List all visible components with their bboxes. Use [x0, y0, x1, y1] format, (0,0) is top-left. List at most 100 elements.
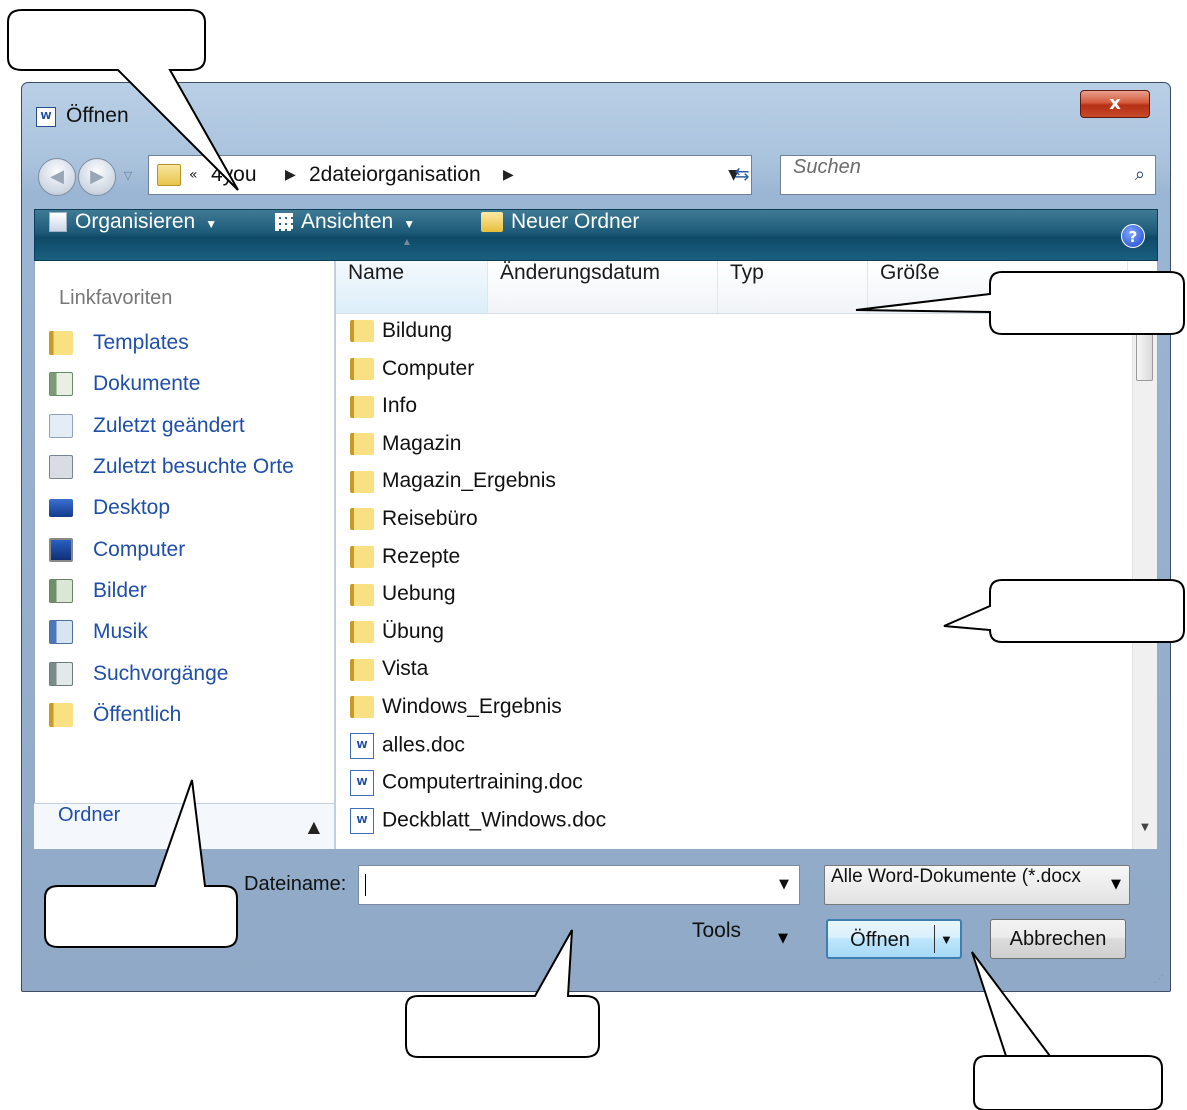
word-document-icon: W — [350, 807, 374, 834]
folder-row[interactable]: Rezepte — [350, 545, 460, 581]
file-type-value: Alle Word-Dokumente (*.docx — [831, 866, 1081, 887]
open-dialog: W Öffnen x ◀ ▶ ▽ « 4you ▶ 2dateiorganisa… — [21, 82, 1171, 992]
folders-toggle[interactable]: Ordner ▲ — [34, 803, 334, 849]
file-name-label: Rezepte — [382, 544, 461, 568]
breadcrumb-arrow-icon[interactable]: ▶ — [285, 156, 296, 194]
file-name-label: Bildung — [382, 319, 453, 342]
sidebar-item-documents[interactable]: Dokumente — [49, 372, 200, 408]
folder-row[interactable]: Computer — [350, 357, 474, 393]
window-title: Öffnen — [66, 104, 129, 127]
file-name-label: alles.doc — [382, 733, 465, 757]
file-name-label: Reisebüro — [382, 507, 478, 530]
file-name-label: Computer — [382, 356, 475, 380]
search-input[interactable]: Suchen ⌕ — [780, 155, 1156, 195]
search-placeholder: Suchen — [793, 156, 861, 178]
sidebar-item-public[interactable]: Öffentlich — [49, 703, 181, 739]
address-bar[interactable]: « 4you ▶ 2dateiorganisation ▶ ▼ — [148, 155, 752, 195]
document-row[interactable]: W Deckblatt_Windows.doc — [350, 807, 606, 844]
scroll-thumb[interactable] — [1136, 321, 1153, 381]
file-name-label: Computertraining.doc — [382, 770, 583, 794]
sidebar-item-label: Desktop — [93, 496, 171, 519]
sidebar-item-music[interactable]: Musik — [49, 620, 148, 656]
text-caret — [365, 874, 366, 896]
folder-icon — [350, 658, 374, 681]
breadcrumb-item[interactable]: 4you — [211, 156, 257, 194]
folder-row[interactable]: Windows_Ergebnis — [350, 695, 562, 731]
refresh-icon[interactable]: ⇆ — [722, 155, 762, 195]
column-header-date[interactable]: Änderungsdatum — [488, 261, 718, 313]
folder-row[interactable]: Magazin — [350, 432, 461, 468]
filename-field[interactable]: ▼ — [358, 865, 800, 905]
history-dropdown-icon[interactable]: ▽ — [120, 168, 136, 184]
file-name-label: Übung — [382, 619, 444, 643]
sidebar-item-computer[interactable]: Computer — [49, 538, 185, 574]
breadcrumb-item[interactable]: 2dateiorganisation — [309, 156, 481, 194]
column-header-size[interactable]: Größe — [868, 261, 1128, 313]
folder-icon — [350, 395, 374, 418]
organize-button[interactable]: Organisieren ▼ — [49, 210, 217, 260]
open-button[interactable]: Öffnen ▼ — [826, 919, 962, 959]
title-bar: W Öffnen x — [22, 83, 1170, 153]
word-document-icon: W — [350, 770, 374, 797]
folder-row[interactable]: Uebung — [350, 582, 456, 618]
column-header-name[interactable]: ▲ Name — [336, 237, 488, 313]
open-options-icon[interactable]: ▼ — [940, 921, 953, 959]
folder-row[interactable]: Info — [350, 394, 417, 430]
forward-button[interactable]: ▶ — [78, 158, 116, 196]
chevron-up-icon: ▲ — [307, 817, 320, 836]
sidebar-item-label: Suchvorgänge — [93, 662, 229, 685]
back-button[interactable]: ◀ — [38, 158, 76, 196]
tools-dropdown-icon[interactable]: ▼ — [778, 919, 788, 959]
back-arrow-icon: ◀ — [50, 166, 64, 187]
sidebar-item-recent-changed[interactable]: Zuletzt geändert — [49, 414, 245, 450]
public-folder-icon — [49, 703, 73, 728]
recent-changed-icon — [49, 414, 73, 439]
views-button[interactable]: Ansichten ▼ — [275, 210, 415, 260]
sidebar-item-desktop[interactable]: Desktop — [49, 496, 170, 532]
organize-label: Organisieren — [75, 210, 196, 233]
folder-row[interactable]: Magazin_Ergebnis — [350, 469, 556, 505]
sidebar-item-pictures[interactable]: Bilder — [49, 579, 147, 615]
document-row[interactable]: W Computertraining.doc — [350, 770, 583, 806]
cancel-button[interactable]: Abbrechen — [990, 919, 1126, 959]
file-name-label: Magazin_Ergebnis — [382, 469, 556, 493]
sidebar-item-label: Öffentlich — [93, 703, 182, 726]
forward-arrow-icon: ▶ — [90, 166, 104, 187]
folder-icon — [350, 358, 374, 381]
folder-icon — [350, 621, 374, 644]
scroll-down-icon[interactable]: ▼ — [1133, 822, 1157, 833]
folder-row[interactable]: Übung — [350, 620, 444, 656]
pictures-icon — [49, 579, 73, 604]
filename-dropdown-icon[interactable]: ▼ — [779, 866, 789, 904]
chevron-down-icon: ▼ — [205, 217, 218, 231]
vertical-scrollbar[interactable]: ▼ — [1132, 313, 1157, 849]
music-icon — [49, 620, 73, 645]
desktop-icon — [49, 499, 73, 518]
sidebar-item-searches[interactable]: Suchvorgänge — [49, 662, 228, 698]
folder-icon — [350, 320, 374, 343]
folder-icon — [49, 331, 73, 356]
help-icon[interactable]: ? — [1121, 224, 1145, 248]
search-icon[interactable]: ⌕ — [1135, 156, 1145, 194]
column-header-type[interactable]: Typ — [718, 261, 868, 313]
resize-grip-icon[interactable]: ⋰ — [1154, 974, 1164, 985]
sidebar-item-label: Musik — [93, 620, 148, 643]
sidebar-item-recent-places[interactable]: Zuletzt besuchte Orte — [49, 455, 294, 491]
folder-row[interactable]: Vista — [350, 657, 428, 693]
filename-label: Dateiname: — [244, 873, 347, 895]
folder-icon — [350, 583, 374, 606]
folder-icon — [350, 696, 374, 719]
file-type-select[interactable]: Alle Word-Dokumente (*.docx ▼ — [824, 865, 1130, 905]
folder-row[interactable]: Reisebüro — [350, 507, 478, 543]
sidebar-item-templates[interactable]: Templates — [49, 331, 189, 367]
breadcrumb-arrow-icon[interactable]: ▶ — [503, 156, 514, 194]
tools-button[interactable]: Tools — [692, 919, 741, 943]
close-button[interactable]: x — [1080, 90, 1150, 118]
file-name-label: Info — [382, 394, 418, 418]
folder-row[interactable]: Bildung — [350, 319, 452, 355]
document-row[interactable]: Walles.doc — [350, 732, 465, 769]
split-divider — [934, 925, 935, 953]
breadcrumb-overflow-icon[interactable]: « — [189, 156, 198, 194]
folder-icon — [157, 164, 181, 186]
new-folder-button[interactable]: Neuer Ordner — [481, 210, 639, 260]
